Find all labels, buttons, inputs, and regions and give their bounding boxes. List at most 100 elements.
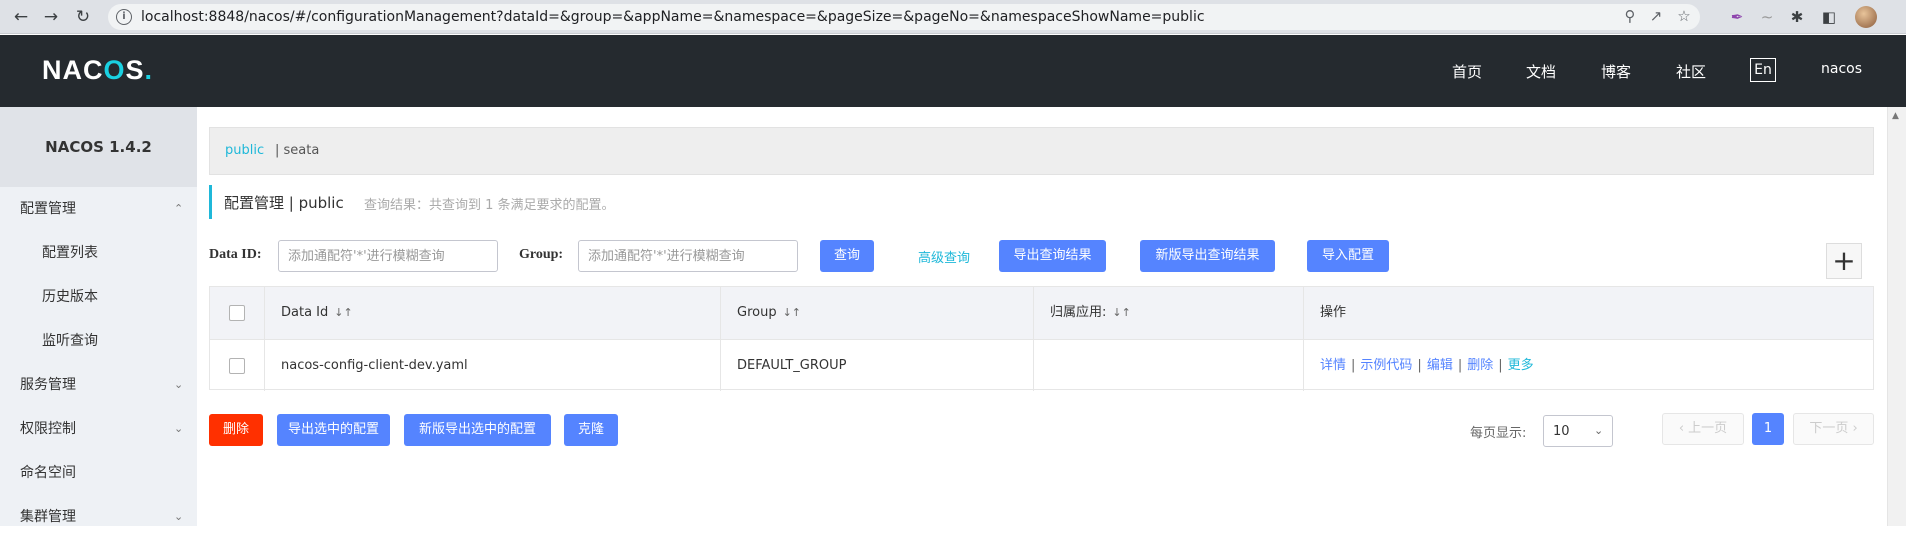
sidebar-item-label: 权限控制 — [20, 421, 76, 437]
sort-icon[interactable]: ↓↑ — [334, 306, 352, 319]
logo-o: O — [103, 55, 126, 85]
next-page-button[interactable]: 下一页 › — [1793, 413, 1874, 445]
browser-toolbar: ← → ↻ i localhost:8848/nacos/#/configura… — [0, 0, 1906, 34]
dataid-label: Data ID: — [209, 247, 262, 262]
cell-actions: 详情 | 示例代码 | 编辑 | 删除 | 更多 — [1304, 339, 1873, 391]
nav-community[interactable]: 社区 — [1676, 61, 1706, 82]
column-header-actions: 操作 — [1304, 287, 1873, 339]
clone-button[interactable]: 克隆 — [564, 414, 618, 446]
advanced-query-link[interactable]: 高级查询 — [918, 247, 970, 266]
separator: | — [1457, 358, 1463, 373]
dataid-input[interactable] — [278, 240, 498, 272]
page-size-label: 每页显示: — [1470, 426, 1527, 441]
nav-home[interactable]: 首页 — [1452, 61, 1482, 82]
chevron-down-icon: ⌄ — [174, 422, 184, 435]
logo-text-1: NAC — [42, 55, 104, 85]
side-panel-icon[interactable]: ◧ — [1818, 6, 1840, 28]
chevron-down-icon: ⌄ — [174, 510, 184, 523]
row-checkbox[interactable] — [229, 358, 245, 374]
bookmark-star-icon[interactable]: ☆ — [1674, 7, 1694, 25]
sidebar-item-label: 配置列表 — [42, 245, 98, 261]
chevron-up-icon: ⌃ — [174, 202, 184, 215]
language-toggle[interactable]: En — [1750, 58, 1776, 82]
export-result-new-button[interactable]: 新版导出查询结果 — [1140, 240, 1275, 272]
nav-docs[interactable]: 文档 — [1526, 61, 1556, 82]
sidebar-item-listener-query[interactable]: 监听查询 — [0, 319, 197, 363]
action-delete-link[interactable]: 删除 — [1467, 358, 1493, 373]
column-header-dataid[interactable]: Data Id ↓↑ — [265, 287, 721, 339]
page-title: 配置管理 | public — [224, 194, 344, 212]
add-config-button[interactable]: + — [1826, 243, 1862, 279]
column-header-label: 操作 — [1320, 305, 1347, 320]
page-size-value: 10 — [1553, 424, 1570, 439]
prev-page-label: 上一页 — [1688, 421, 1728, 436]
sidebar-item-label: 历史版本 — [42, 289, 98, 305]
url-text[interactable]: localhost:8848/nacos/#/configurationMana… — [141, 9, 1205, 25]
back-arrow-icon[interactable]: ← — [10, 6, 32, 28]
page-size-select[interactable]: 10 ⌄ — [1543, 415, 1613, 447]
user-menu[interactable]: nacos — [1821, 61, 1862, 77]
query-button[interactable]: 查询 — [820, 240, 874, 272]
cell-dataid: nacos-config-client-dev.yaml — [265, 339, 721, 391]
sidebar-item-config-list[interactable]: 配置列表 — [0, 231, 197, 275]
logo-dot: . — [144, 55, 154, 85]
chevron-down-icon: ⌄ — [1594, 424, 1604, 437]
column-header-app[interactable]: 归属应用: ↓↑ — [1034, 287, 1304, 339]
action-detail-link[interactable]: 详情 — [1320, 358, 1346, 373]
prev-page-button[interactable]: ‹ 上一页 — [1662, 413, 1744, 445]
group-label: Group: — [519, 247, 564, 262]
sidebar-item-label: 监听查询 — [42, 333, 98, 349]
current-page-button[interactable]: 1 — [1752, 413, 1784, 445]
share-icon[interactable]: ↗ — [1646, 7, 1666, 25]
column-header-label: Group — [737, 305, 777, 320]
group-input[interactable] — [578, 240, 798, 272]
extensions-puzzle-icon[interactable]: ✱ — [1786, 6, 1808, 28]
page-scrollbar[interactable]: ▲ — [1887, 107, 1906, 526]
query-result-text: 查询结果：共查询到 1 条满足要求的配置。 — [364, 198, 615, 213]
sidebar-item-service-management[interactable]: 服务管理 ⌄ — [0, 363, 197, 407]
sort-icon[interactable]: ↓↑ — [783, 306, 801, 319]
page-title-bar: 配置管理 | public 查询结果：共查询到 1 条满足要求的配置。 — [209, 185, 615, 219]
row-select-cell — [210, 339, 265, 391]
chevron-right-icon: › — [1848, 421, 1858, 436]
sidebar-title: NACOS 1.4.2 — [0, 107, 197, 187]
sidebar-item-cluster-management[interactable]: 集群管理 ⌄ — [0, 495, 197, 539]
select-all-checkbox[interactable] — [229, 305, 245, 321]
cell-app — [1034, 339, 1304, 391]
column-header-group[interactable]: Group ↓↑ — [721, 287, 1034, 339]
namespace-public[interactable]: public — [225, 143, 264, 158]
chevron-left-icon: ‹ — [1678, 421, 1689, 436]
profile-avatar[interactable] — [1855, 6, 1877, 28]
nacos-logo[interactable]: NACOS. — [42, 55, 153, 86]
separator: | — [1498, 358, 1503, 373]
cell-group: DEFAULT_GROUP — [721, 339, 1034, 391]
scroll-up-arrow-icon[interactable]: ▲ — [1892, 111, 1899, 121]
sidebar-item-config-management[interactable]: 配置管理 ⌃ — [0, 187, 197, 231]
sidebar-item-permission-control[interactable]: 权限控制 ⌄ — [0, 407, 197, 451]
reload-icon[interactable]: ↻ — [72, 6, 94, 28]
action-sample-code-link[interactable]: 示例代码 — [1360, 358, 1412, 373]
extension-graph-icon[interactable]: ∼ — [1756, 6, 1778, 28]
next-page-label: 下一页 — [1809, 421, 1849, 436]
import-config-button[interactable]: 导入配置 — [1307, 240, 1389, 272]
sort-icon[interactable]: ↓↑ — [1112, 306, 1130, 319]
site-info-icon[interactable]: i — [116, 9, 132, 25]
export-selected-button[interactable]: 导出选中的配置 — [277, 414, 390, 446]
action-more-link[interactable]: 更多 — [1508, 358, 1534, 373]
nav-blog[interactable]: 博客 — [1601, 61, 1631, 82]
namespace-seata[interactable]: | seata — [275, 143, 319, 158]
sidebar-item-history[interactable]: 历史版本 — [0, 275, 197, 319]
zoom-icon[interactable]: ⚲ — [1620, 7, 1640, 25]
action-edit-link[interactable]: 编辑 — [1427, 358, 1453, 373]
forward-arrow-icon[interactable]: → — [40, 6, 62, 28]
sidebar-item-namespace[interactable]: 命名空间 — [0, 451, 197, 495]
export-result-button[interactable]: 导出查询结果 — [999, 240, 1106, 272]
config-table: Data Id ↓↑ Group ↓↑ 归属应用: ↓↑ 操作 nacos-confi… — [209, 286, 1874, 391]
separator: | — [1417, 358, 1422, 373]
chevron-down-icon: ⌄ — [174, 378, 184, 391]
address-bar[interactable]: i localhost:8848/nacos/#/configurationMa… — [108, 4, 1700, 30]
export-selected-new-button[interactable]: 新版导出选中的配置 — [404, 414, 551, 446]
extension-feather-icon[interactable]: ✒ — [1726, 6, 1748, 28]
top-header: NACOS. 首页 文档 博客 社区 En nacos — [0, 35, 1906, 107]
delete-selected-button[interactable]: 删除 — [209, 414, 263, 446]
